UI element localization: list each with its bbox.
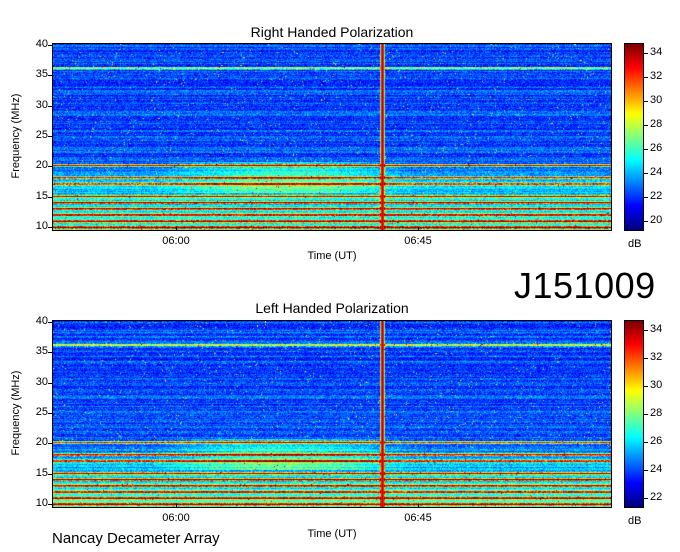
panel2-colorbar-tick-label: 22 <box>650 491 663 503</box>
panel2-y-tick-label: 20 <box>35 436 48 449</box>
panel1-colorbar-tick-mark <box>644 77 648 78</box>
panel1-colorbar-tick-label: 24 <box>650 166 663 178</box>
panel2-colorbar-tick-label: 32 <box>650 351 663 363</box>
panel2-colorbar-tick-mark <box>644 470 648 471</box>
panel1-colorbar-tick-mark <box>644 149 648 150</box>
panel2-y-tick-label: 10 <box>35 497 48 509</box>
panel1-xlabel: Time (UT) <box>307 250 357 262</box>
panel2-x-tick-label: 06:00 <box>162 512 190 524</box>
panel1-x-tick-mark <box>176 227 177 231</box>
panel2-y-tick-label: 25 <box>35 406 48 418</box>
panel2-colorbar-gradient <box>625 321 643 507</box>
panel1-y-tick-label: 25 <box>35 129 48 141</box>
panel2-title: Left Handed Polarization <box>255 300 409 316</box>
panel1-y-tick-label: 10 <box>35 220 48 232</box>
panel1-title: Right Handed Polarization <box>250 24 414 40</box>
panel1-colorbar-tick-label: 20 <box>650 214 663 226</box>
panel2-colorbar-tick-label: 30 <box>650 379 663 391</box>
panel2-y-tick-label: 15 <box>35 466 48 479</box>
panel1-colorbar-tick-label: 22 <box>650 190 663 202</box>
panel1-colorbar-tick-mark <box>644 101 648 102</box>
panel1-colorbar <box>624 43 644 231</box>
panel1-colorbar-tick-mark <box>644 221 648 222</box>
panel1-x-tick-label: 06:00 <box>162 235 190 247</box>
panel2-colorbar-tick-label: 34 <box>650 323 663 335</box>
footer-label: Nancay Decameter Array <box>52 530 220 547</box>
panel2-colorbar-tick-mark <box>644 358 648 359</box>
panel2-x-tick-mark <box>176 504 177 508</box>
panel2-y-tick-label: 40 <box>35 315 48 327</box>
panel1-x-tick-label: 06:45 <box>404 235 432 247</box>
panel2-y-tick-label: 30 <box>35 375 48 388</box>
panel2-colorbar-tick-label: 28 <box>650 407 663 419</box>
panel2-x-tick-mark <box>418 504 419 508</box>
panel2-xlabel: Time (UT) <box>307 528 357 540</box>
panel1-y-tick-label: 15 <box>35 189 48 202</box>
panel1-colorbar-tick-mark <box>644 197 648 198</box>
panel2-colorbar-tick-mark <box>644 386 648 387</box>
panel1-colorbar-tick-label: 32 <box>650 70 663 82</box>
panel2-colorbar-unit: dB <box>628 515 642 527</box>
panel2-colorbar-tick-mark <box>644 498 648 499</box>
panel2-y-tick-label: 35 <box>35 345 48 358</box>
panel1-colorbar-tick-label: 28 <box>650 118 663 130</box>
panel1-ylabel: Frequency (MHz) <box>10 93 22 179</box>
panel1-colorbar-tick-mark <box>644 125 648 126</box>
panel1-y-tick-label: 40 <box>35 38 48 50</box>
panel2-spectrogram <box>52 320 612 508</box>
panel2-colorbar-tick-label: 26 <box>650 435 663 447</box>
panel2-x-tick-label: 06:45 <box>404 512 432 524</box>
panel1-y-tick-label: 30 <box>35 98 48 111</box>
panel1-colorbar-unit: dB <box>628 238 642 250</box>
panel1-y-tick-label: 35 <box>35 68 48 81</box>
panel1-y-tick-label: 20 <box>35 159 48 172</box>
panel1-colorbar-tick-mark <box>644 53 648 54</box>
panel2-colorbar-tick-mark <box>644 414 648 415</box>
panel2-colorbar <box>624 320 644 508</box>
panel1-colorbar-tick-label: 34 <box>650 46 663 58</box>
panel1-colorbar-tick-mark <box>644 173 648 174</box>
panel2-colorbar-tick-mark <box>644 442 648 443</box>
panel1-x-tick-mark <box>418 227 419 231</box>
panel2-colorbar-tick-label: 24 <box>650 463 663 475</box>
panel1-spectrogram <box>52 43 612 231</box>
panel1-colorbar-tick-label: 26 <box>650 142 663 154</box>
panel2-colorbar-tick-mark <box>644 330 648 331</box>
panel1-colorbar-gradient <box>625 44 643 230</box>
panel2-ylabel: Frequency (MHz) <box>10 370 22 456</box>
panel1-colorbar-tick-label: 30 <box>650 94 663 106</box>
